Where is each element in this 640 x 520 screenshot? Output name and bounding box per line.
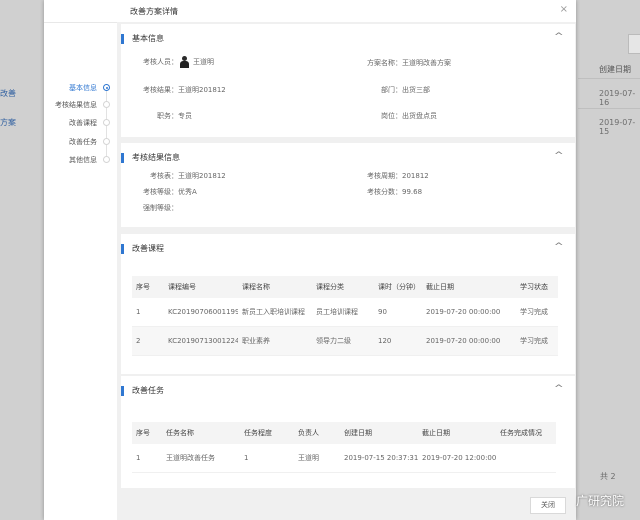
- section-title: 考核结果信息: [132, 153, 180, 162]
- table-cell: 学习完成: [516, 298, 558, 327]
- nav-dot: [103, 101, 110, 108]
- nav-item-courses[interactable]: 改善课程: [44, 118, 97, 128]
- nav-item-basic-info[interactable]: 基本信息: [44, 83, 97, 93]
- nav-dot: [103, 138, 110, 145]
- content-area: 基本信息 ^ 考核人员： 王道明 方案名称：王道明改善方案 考核结果：王道明201…: [117, 22, 576, 520]
- modal-header: 改善方案详情 ×: [44, 0, 576, 23]
- table-row: 1 KC20190706001199 新员工入职培训课程 员工培训课程 90 2…: [132, 298, 558, 327]
- post-field: 岗位：出货盘点员: [381, 112, 437, 120]
- nav-item-other-info[interactable]: 其他信息: [44, 155, 97, 165]
- table-cell: 学习完成: [516, 326, 558, 356]
- collapse-icon[interactable]: ^: [554, 32, 564, 42]
- table-cell: 1: [132, 298, 164, 327]
- table-cell: 王道明: [294, 444, 340, 473]
- table-cell: 120: [374, 326, 422, 356]
- bg-date-1: 2019-07-16: [599, 89, 636, 107]
- close-button[interactable]: 关闭: [530, 497, 566, 514]
- table-cell: 王道明改善任务: [162, 444, 240, 473]
- basic-info-section: 基本信息 ^ 考核人员： 王道明 方案名称：王道明改善方案 考核结果：王道明201…: [121, 24, 575, 137]
- section-title: 改善课程: [132, 244, 164, 253]
- nav-dot: [103, 119, 110, 126]
- table-cell: 员工培训课程: [312, 298, 374, 327]
- collapse-icon[interactable]: ^: [554, 151, 564, 161]
- close-icon[interactable]: ×: [560, 4, 568, 15]
- courses-section: 改善课程 ^ 序号 课程编号 课程名称 课程分类 课时（分钟） 截止日期 学习状…: [121, 234, 575, 374]
- result-field: 考核结果：王道明201812: [143, 86, 226, 94]
- assessment-period-field: 考核周期：201812: [367, 172, 429, 180]
- col-header: 课程分类: [312, 276, 374, 298]
- section-accent-bar: [121, 153, 124, 163]
- watermark: 广研究院: [576, 494, 625, 508]
- assessment-table-field: 考核表：王道明201812: [150, 172, 226, 180]
- assessee-value: 王道明: [193, 58, 214, 66]
- col-header: 截止日期: [422, 276, 516, 298]
- table-cell: 2019-07-20 00:00:00: [422, 298, 516, 327]
- col-header: 序号: [132, 276, 164, 298]
- assessee-field: 考核人员： 王道明: [143, 56, 214, 68]
- table-header-row: 序号 任务名称 任务程度 负责人 创建日期 截止日期 任务完成情况: [132, 422, 556, 444]
- col-header: 课程名称: [238, 276, 312, 298]
- nav-dot: [103, 156, 110, 163]
- bg-col-header: 创建日期: [599, 65, 631, 74]
- col-header: 任务完成情况: [496, 422, 556, 444]
- bg-left-item-2: 方案: [0, 118, 16, 127]
- table-cell: 1: [240, 444, 294, 473]
- courses-table: 序号 课程编号 课程名称 课程分类 课时（分钟） 截止日期 学习状态 1 KC2…: [132, 276, 558, 356]
- tasks-table: 序号 任务名称 任务程度 负责人 创建日期 截止日期 任务完成情况 1 王道明改…: [132, 422, 556, 473]
- col-header: 序号: [132, 422, 162, 444]
- table-cell: 职业素养: [238, 326, 312, 356]
- table-cell: [496, 444, 556, 473]
- col-header: 任务程度: [240, 422, 294, 444]
- result-info-section: 考核结果信息 ^ 考核表：王道明201812 考核周期：201812 考核等级：…: [121, 143, 575, 227]
- position-field: 职务：专员: [157, 112, 192, 120]
- section-accent-bar: [121, 244, 124, 254]
- table-cell: 新员工入职培训课程: [238, 298, 312, 327]
- bg-date-2: 2019-07-15: [599, 118, 636, 136]
- table-cell: 2019-07-20 00:00:00: [422, 326, 516, 356]
- table-cell: 1: [132, 444, 162, 473]
- modal-title: 改善方案详情: [130, 7, 178, 16]
- nav-item-tasks[interactable]: 改善任务: [44, 137, 97, 147]
- detail-modal: 改善方案详情 × 基本信息 考核结果信息 改善课程 改善任务 其他信息 基本信息…: [44, 0, 576, 520]
- table-row: 2 KC20190713001224 职业素养 领导力二级 120 2019-0…: [132, 326, 558, 356]
- table-cell: 2019-07-15 20:37:31: [340, 444, 418, 473]
- section-title: 基本信息: [132, 34, 164, 43]
- score-field: 考核分数：99.68: [367, 188, 423, 196]
- col-header: 课时（分钟）: [374, 276, 422, 298]
- table-header-row: 序号 课程编号 课程名称 课程分类 课时（分钟） 截止日期 学习状态: [132, 276, 558, 298]
- nav-dot-active: [103, 84, 110, 91]
- bg-button: [628, 34, 640, 54]
- forced-grade-field: 强制等级：: [143, 204, 178, 212]
- grade-field: 考核等级：优秀A: [143, 188, 197, 196]
- collapse-icon[interactable]: ^: [554, 242, 564, 252]
- table-cell: 领导力二级: [312, 326, 374, 356]
- col-header: 学习状态: [516, 276, 558, 298]
- tasks-section: 改善任务 ^ 序号 任务名称 任务程度 负责人 创建日期 截止日期 任务完成情况…: [121, 376, 575, 488]
- table-cell: 90: [374, 298, 422, 327]
- table-row: 1 王道明改善任务 1 王道明 2019-07-15 20:37:31 2019…: [132, 444, 556, 473]
- bg-left-item-1: 改善: [0, 89, 16, 98]
- col-header: 课程编号: [164, 276, 238, 298]
- table-cell: KC20190713001224: [164, 326, 238, 356]
- bg-pagination: 共 2: [600, 472, 616, 481]
- table-cell: 2: [132, 326, 164, 356]
- col-header: 截止日期: [418, 422, 496, 444]
- table-cell: KC20190706001199: [164, 298, 238, 327]
- avatar: [180, 56, 189, 68]
- bg-divider: [578, 78, 640, 79]
- section-accent-bar: [121, 34, 124, 44]
- collapse-icon[interactable]: ^: [554, 384, 564, 394]
- table-cell: 2019-07-20 12:00:00: [418, 444, 496, 473]
- nav-item-result-info[interactable]: 考核结果信息: [44, 100, 97, 110]
- assessee-label: 考核人员：: [143, 58, 178, 66]
- col-header: 任务名称: [162, 422, 240, 444]
- col-header: 负责人: [294, 422, 340, 444]
- bg-divider: [578, 108, 640, 109]
- department-field: 部门：出货三部: [381, 86, 430, 94]
- section-accent-bar: [121, 386, 124, 396]
- section-title: 改善任务: [132, 386, 164, 395]
- col-header: 创建日期: [340, 422, 418, 444]
- plan-name-field: 方案名称：王道明改善方案: [367, 59, 451, 67]
